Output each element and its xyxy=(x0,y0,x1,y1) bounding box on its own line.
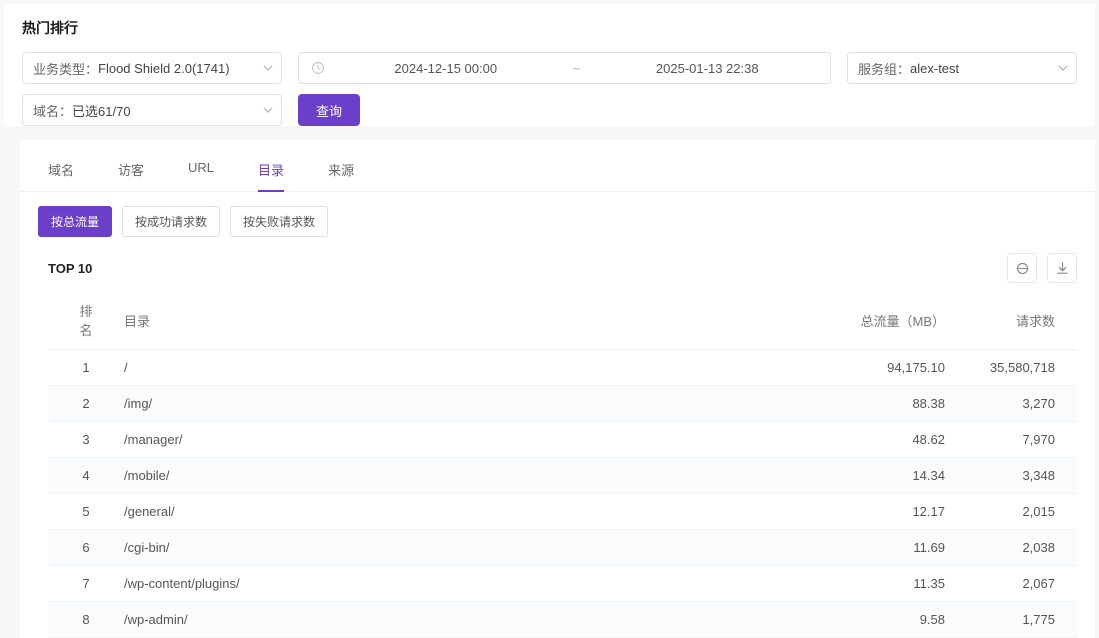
cell-traffic: 14.34 xyxy=(827,458,967,494)
chevron-down-icon xyxy=(263,105,273,115)
col-requests: 请求数 xyxy=(967,291,1077,350)
filters-row-1: 业务类型： Flood Shield 2.0(1741) 2024-12-15 … xyxy=(22,52,1077,84)
cell-traffic: 88.38 xyxy=(827,386,967,422)
cell-rank: 1 xyxy=(48,350,110,386)
col-rank: 排名 xyxy=(48,291,110,350)
cell-rank: 7 xyxy=(48,566,110,602)
cell-path: / xyxy=(110,350,827,386)
table-row: 6/cgi-bin/11.692,038 xyxy=(48,530,1077,566)
table-row: 4/mobile/14.343,348 xyxy=(48,458,1077,494)
table-row: 8/wp-admin/9.581,775 xyxy=(48,602,1077,638)
sort-subtabs: 按总流量按成功请求数按失败请求数 xyxy=(20,192,1095,247)
cell-requests: 2,015 xyxy=(967,494,1077,530)
cell-rank: 5 xyxy=(48,494,110,530)
cell-traffic: 9.58 xyxy=(827,602,967,638)
page-title: 热门排行 xyxy=(22,18,1077,38)
results-panel: 域名 访客 URL 目录 来源 按总流量按成功请求数按失败请求数 TOP 10 排名 目… xyxy=(20,140,1095,638)
top-n-label: TOP 10 xyxy=(48,261,92,276)
business-type-label: 业务类型： xyxy=(33,59,98,78)
query-button[interactable]: 查询 xyxy=(298,94,360,126)
domain-select[interactable]: 域名： 已选61/70 xyxy=(22,94,282,126)
subtab-0[interactable]: 按总流量 xyxy=(38,206,112,237)
tab-3[interactable]: 目录 xyxy=(258,154,284,191)
col-traffic: 总流量（MB） xyxy=(827,291,967,350)
tab-0[interactable]: 域名 xyxy=(48,154,74,191)
business-type-select[interactable]: 业务类型： Flood Shield 2.0(1741) xyxy=(22,52,282,84)
cell-path: /wp-admin/ xyxy=(110,602,827,638)
table-row: 7/wp-content/plugins/11.352,067 xyxy=(48,566,1077,602)
table-row: 3/manager/48.627,970 xyxy=(48,422,1077,458)
cell-path: /wp-content/plugins/ xyxy=(110,566,827,602)
main-tabs: 域名 访客 URL 目录 来源 xyxy=(20,154,1095,192)
cell-requests: 2,067 xyxy=(967,566,1077,602)
cell-traffic: 94,175.10 xyxy=(827,350,967,386)
service-group-select[interactable]: 服务组： alex-test xyxy=(847,52,1077,84)
subtab-1[interactable]: 按成功请求数 xyxy=(122,206,220,237)
cell-rank: 6 xyxy=(48,530,110,566)
ranking-table: 排名 目录 总流量（MB） 请求数 1/94,175.1035,580,7182… xyxy=(48,291,1077,638)
date-range-picker[interactable]: 2024-12-15 00:00 ~ 2025-01-13 22:38 xyxy=(298,52,831,84)
chevron-down-icon xyxy=(263,63,273,73)
domain-value: 已选61/70 xyxy=(72,101,131,120)
tab-2[interactable]: URL xyxy=(188,154,214,191)
table-row: 5/general/12.172,015 xyxy=(48,494,1077,530)
cell-requests: 2,038 xyxy=(967,530,1077,566)
cell-requests: 3,270 xyxy=(967,386,1077,422)
cell-requests: 35,580,718 xyxy=(967,350,1077,386)
date-end: 2025-01-13 22:38 xyxy=(597,61,819,76)
tab-1[interactable]: 访客 xyxy=(118,154,144,191)
table-actions xyxy=(1007,253,1077,283)
date-start: 2024-12-15 00:00 xyxy=(335,61,557,76)
cell-requests: 1,775 xyxy=(967,602,1077,638)
date-separator: ~ xyxy=(557,61,597,76)
tab-4[interactable]: 来源 xyxy=(328,154,354,191)
download-button[interactable] xyxy=(1047,253,1077,283)
cell-path: /cgi-bin/ xyxy=(110,530,827,566)
cell-path: /general/ xyxy=(110,494,827,530)
cell-path: /manager/ xyxy=(110,422,827,458)
table-row: 1/94,175.1035,580,718 xyxy=(48,350,1077,386)
subtab-2[interactable]: 按失败请求数 xyxy=(230,206,328,237)
filters-row-2: 域名： 已选61/70 查询 xyxy=(22,94,1077,126)
chevron-down-icon xyxy=(1058,63,1068,73)
cell-requests: 3,348 xyxy=(967,458,1077,494)
table-row: 2/img/88.383,270 xyxy=(48,386,1077,422)
settings-button[interactable] xyxy=(1007,253,1037,283)
table-header-bar: TOP 10 xyxy=(20,247,1095,291)
cell-traffic: 11.69 xyxy=(827,530,967,566)
cell-path: /img/ xyxy=(110,386,827,422)
filter-panel: 热门排行 业务类型： Flood Shield 2.0(1741) 2024-1… xyxy=(4,4,1095,126)
col-path: 目录 xyxy=(110,291,827,350)
cell-rank: 3 xyxy=(48,422,110,458)
cell-rank: 2 xyxy=(48,386,110,422)
service-group-label: 服务组： xyxy=(858,59,910,78)
business-type-value: Flood Shield 2.0(1741) xyxy=(98,61,230,76)
cell-rank: 4 xyxy=(48,458,110,494)
cell-requests: 7,970 xyxy=(967,422,1077,458)
service-group-value: alex-test xyxy=(910,61,959,76)
cell-traffic: 12.17 xyxy=(827,494,967,530)
cell-traffic: 48.62 xyxy=(827,422,967,458)
table-container: 排名 目录 总流量（MB） 请求数 1/94,175.1035,580,7182… xyxy=(20,291,1095,638)
cell-path: /mobile/ xyxy=(110,458,827,494)
domain-label: 域名： xyxy=(33,101,72,120)
cell-traffic: 11.35 xyxy=(827,566,967,602)
cell-rank: 8 xyxy=(48,602,110,638)
table-header-row: 排名 目录 总流量（MB） 请求数 xyxy=(48,291,1077,350)
clock-icon xyxy=(311,61,325,75)
